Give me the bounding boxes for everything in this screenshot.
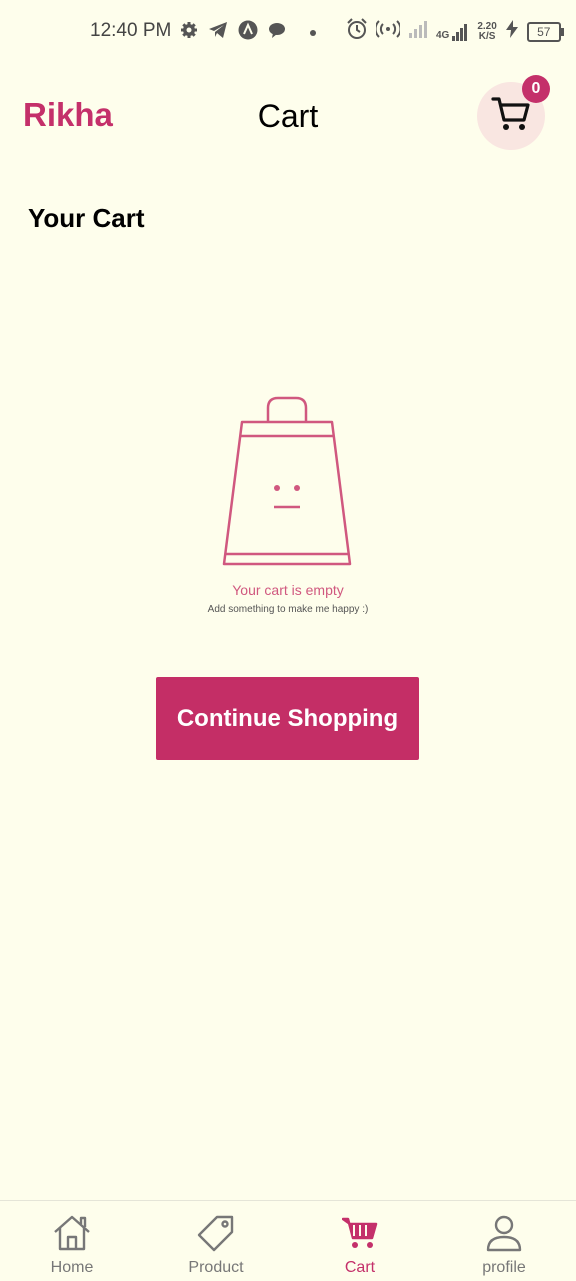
speed-value: 2.20 bbox=[477, 20, 497, 32]
nav-item-home[interactable]: Home bbox=[0, 1201, 144, 1281]
network-type-icon: 4G bbox=[436, 23, 469, 41]
nav-label-home: Home bbox=[50, 1259, 94, 1276]
nav-item-cart[interactable]: Cart bbox=[288, 1201, 432, 1281]
telegram-icon bbox=[208, 21, 228, 44]
status-icons-right: 4G 2.20 K/S 57 bbox=[346, 18, 564, 45]
nav-label-profile: profile bbox=[482, 1259, 526, 1276]
status-icons-left bbox=[180, 20, 316, 45]
cart-icon bbox=[491, 96, 531, 137]
empty-bag-icon bbox=[218, 394, 358, 579]
home-icon bbox=[52, 1214, 92, 1252]
nav-item-product[interactable]: Product bbox=[144, 1201, 288, 1281]
user-icon bbox=[485, 1214, 523, 1252]
battery-icon: 57 bbox=[526, 21, 564, 42]
nav-item-profile[interactable]: profile bbox=[432, 1201, 576, 1281]
empty-cart-title: Your cart is empty bbox=[232, 582, 344, 598]
nav-label-product: Product bbox=[188, 1259, 244, 1276]
speed-unit: K/S bbox=[478, 30, 496, 42]
chat-icon bbox=[268, 21, 286, 44]
app-a-icon bbox=[238, 20, 258, 45]
speed-indicator: 2.20 K/S bbox=[477, 20, 497, 42]
status-time: 12:40 PM bbox=[90, 20, 172, 41]
section-heading: Your Cart bbox=[28, 203, 145, 233]
cart-count-badge: 0 bbox=[522, 75, 550, 103]
notification-dot-icon bbox=[310, 29, 316, 36]
tag-icon bbox=[197, 1214, 235, 1252]
alarm-icon bbox=[346, 18, 368, 45]
continue-shopping-button[interactable]: Continue Shopping bbox=[156, 677, 419, 760]
nav-label-cart: Cart bbox=[344, 1259, 376, 1276]
settings-icon bbox=[180, 21, 198, 44]
charging-icon bbox=[505, 20, 519, 43]
bottom-nav: Home Product Cart profile bbox=[0, 1200, 576, 1281]
signal-icon bbox=[408, 20, 428, 43]
status-bar: 12:40 PM 4G 2.20 K/S 57 bbox=[0, 0, 576, 64]
empty-cart-subtitle: Add something to make me happy :) bbox=[207, 604, 369, 615]
cart-icon bbox=[342, 1214, 378, 1252]
hotspot-icon bbox=[374, 20, 402, 43]
network-type-label: 4G bbox=[436, 29, 450, 41]
